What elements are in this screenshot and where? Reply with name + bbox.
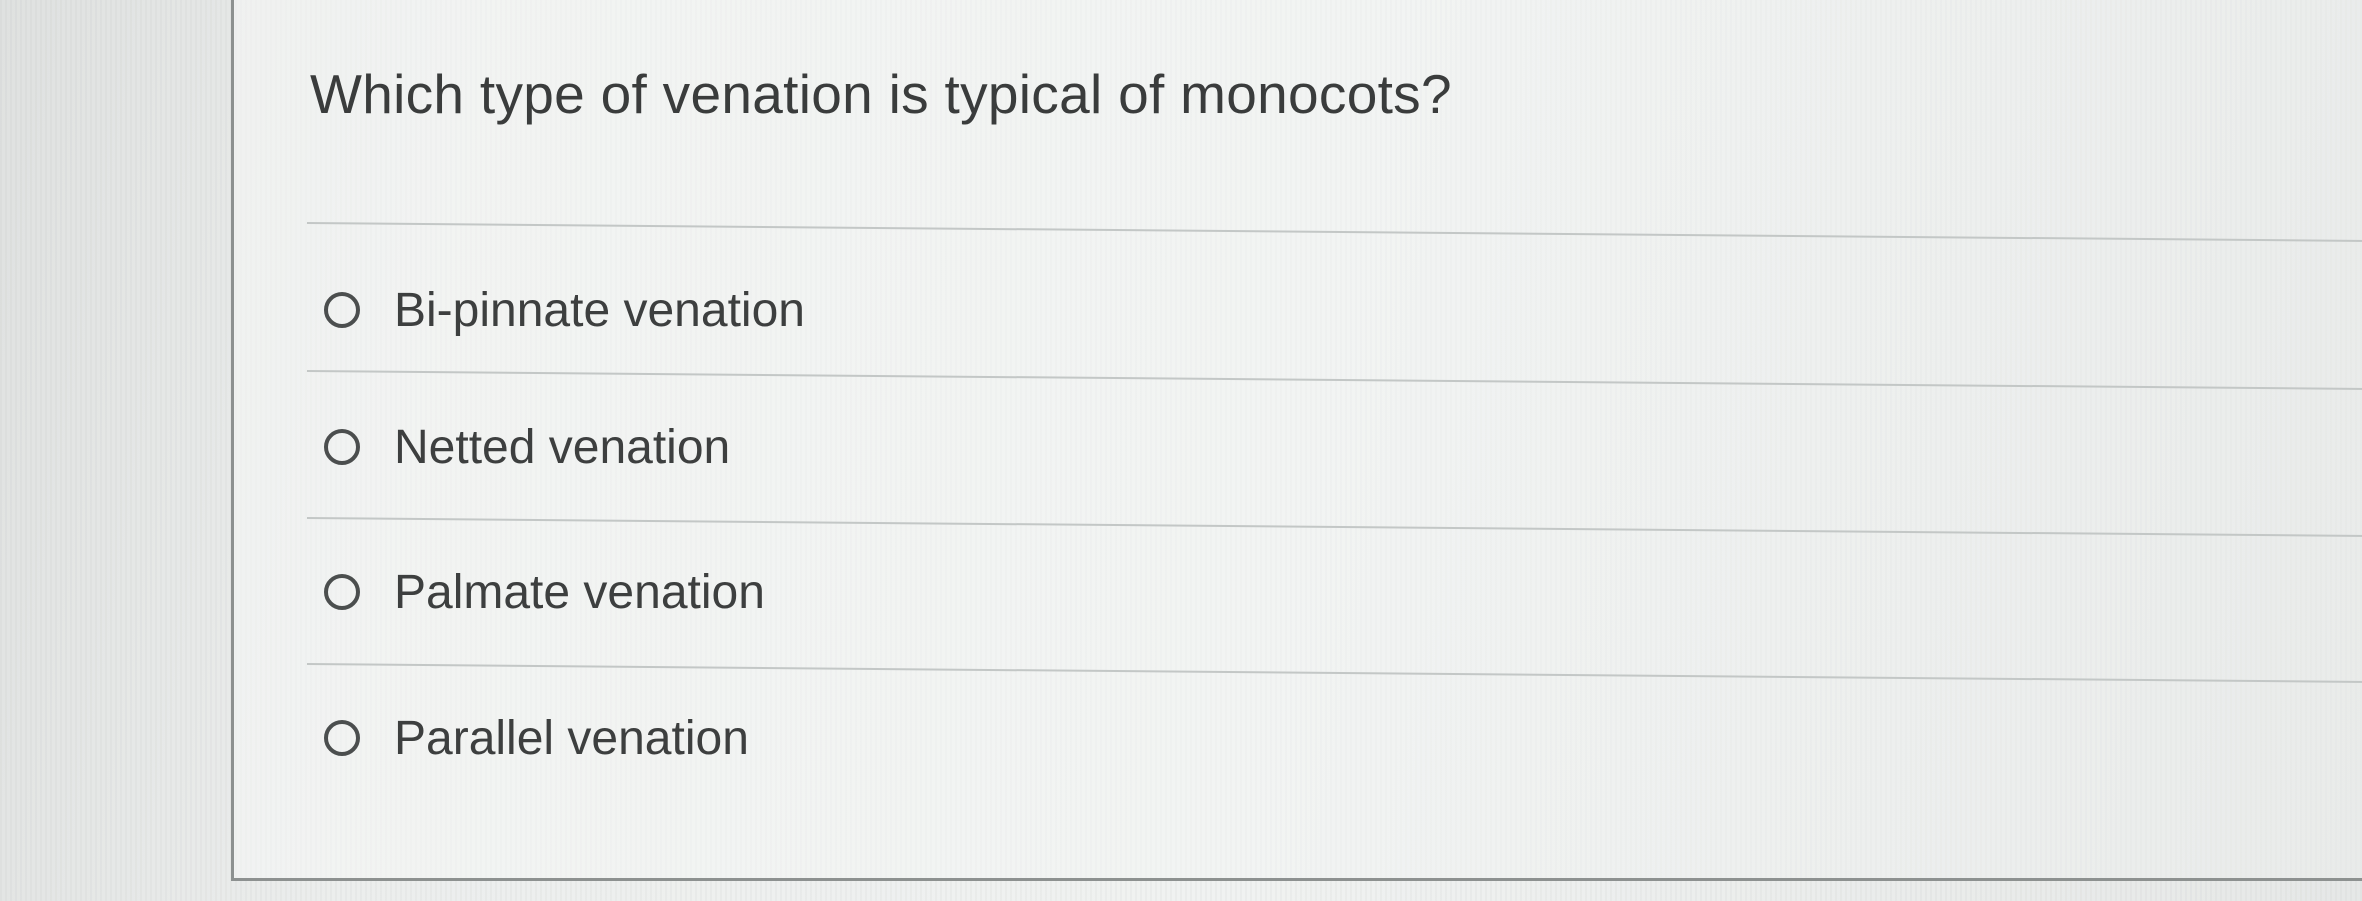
question-text: Which type of venation is typical of mon… bbox=[310, 63, 1452, 125]
radio-button[interactable] bbox=[324, 429, 360, 465]
radio-button[interactable] bbox=[324, 720, 360, 756]
option-label: Netted venation bbox=[394, 420, 731, 474]
option-label: Bi-pinnate venation bbox=[394, 283, 805, 337]
option-label: Palmate venation bbox=[394, 565, 765, 619]
option-netted[interactable]: Netted venation bbox=[324, 417, 730, 477]
radio-button[interactable] bbox=[324, 574, 360, 610]
option-parallel[interactable]: Parallel venation bbox=[324, 708, 749, 768]
option-bi-pinnate[interactable]: Bi-pinnate venation bbox=[324, 280, 805, 340]
option-palmate[interactable]: Palmate venation bbox=[324, 562, 765, 622]
radio-button[interactable] bbox=[324, 292, 360, 328]
option-label: Parallel venation bbox=[394, 711, 749, 765]
